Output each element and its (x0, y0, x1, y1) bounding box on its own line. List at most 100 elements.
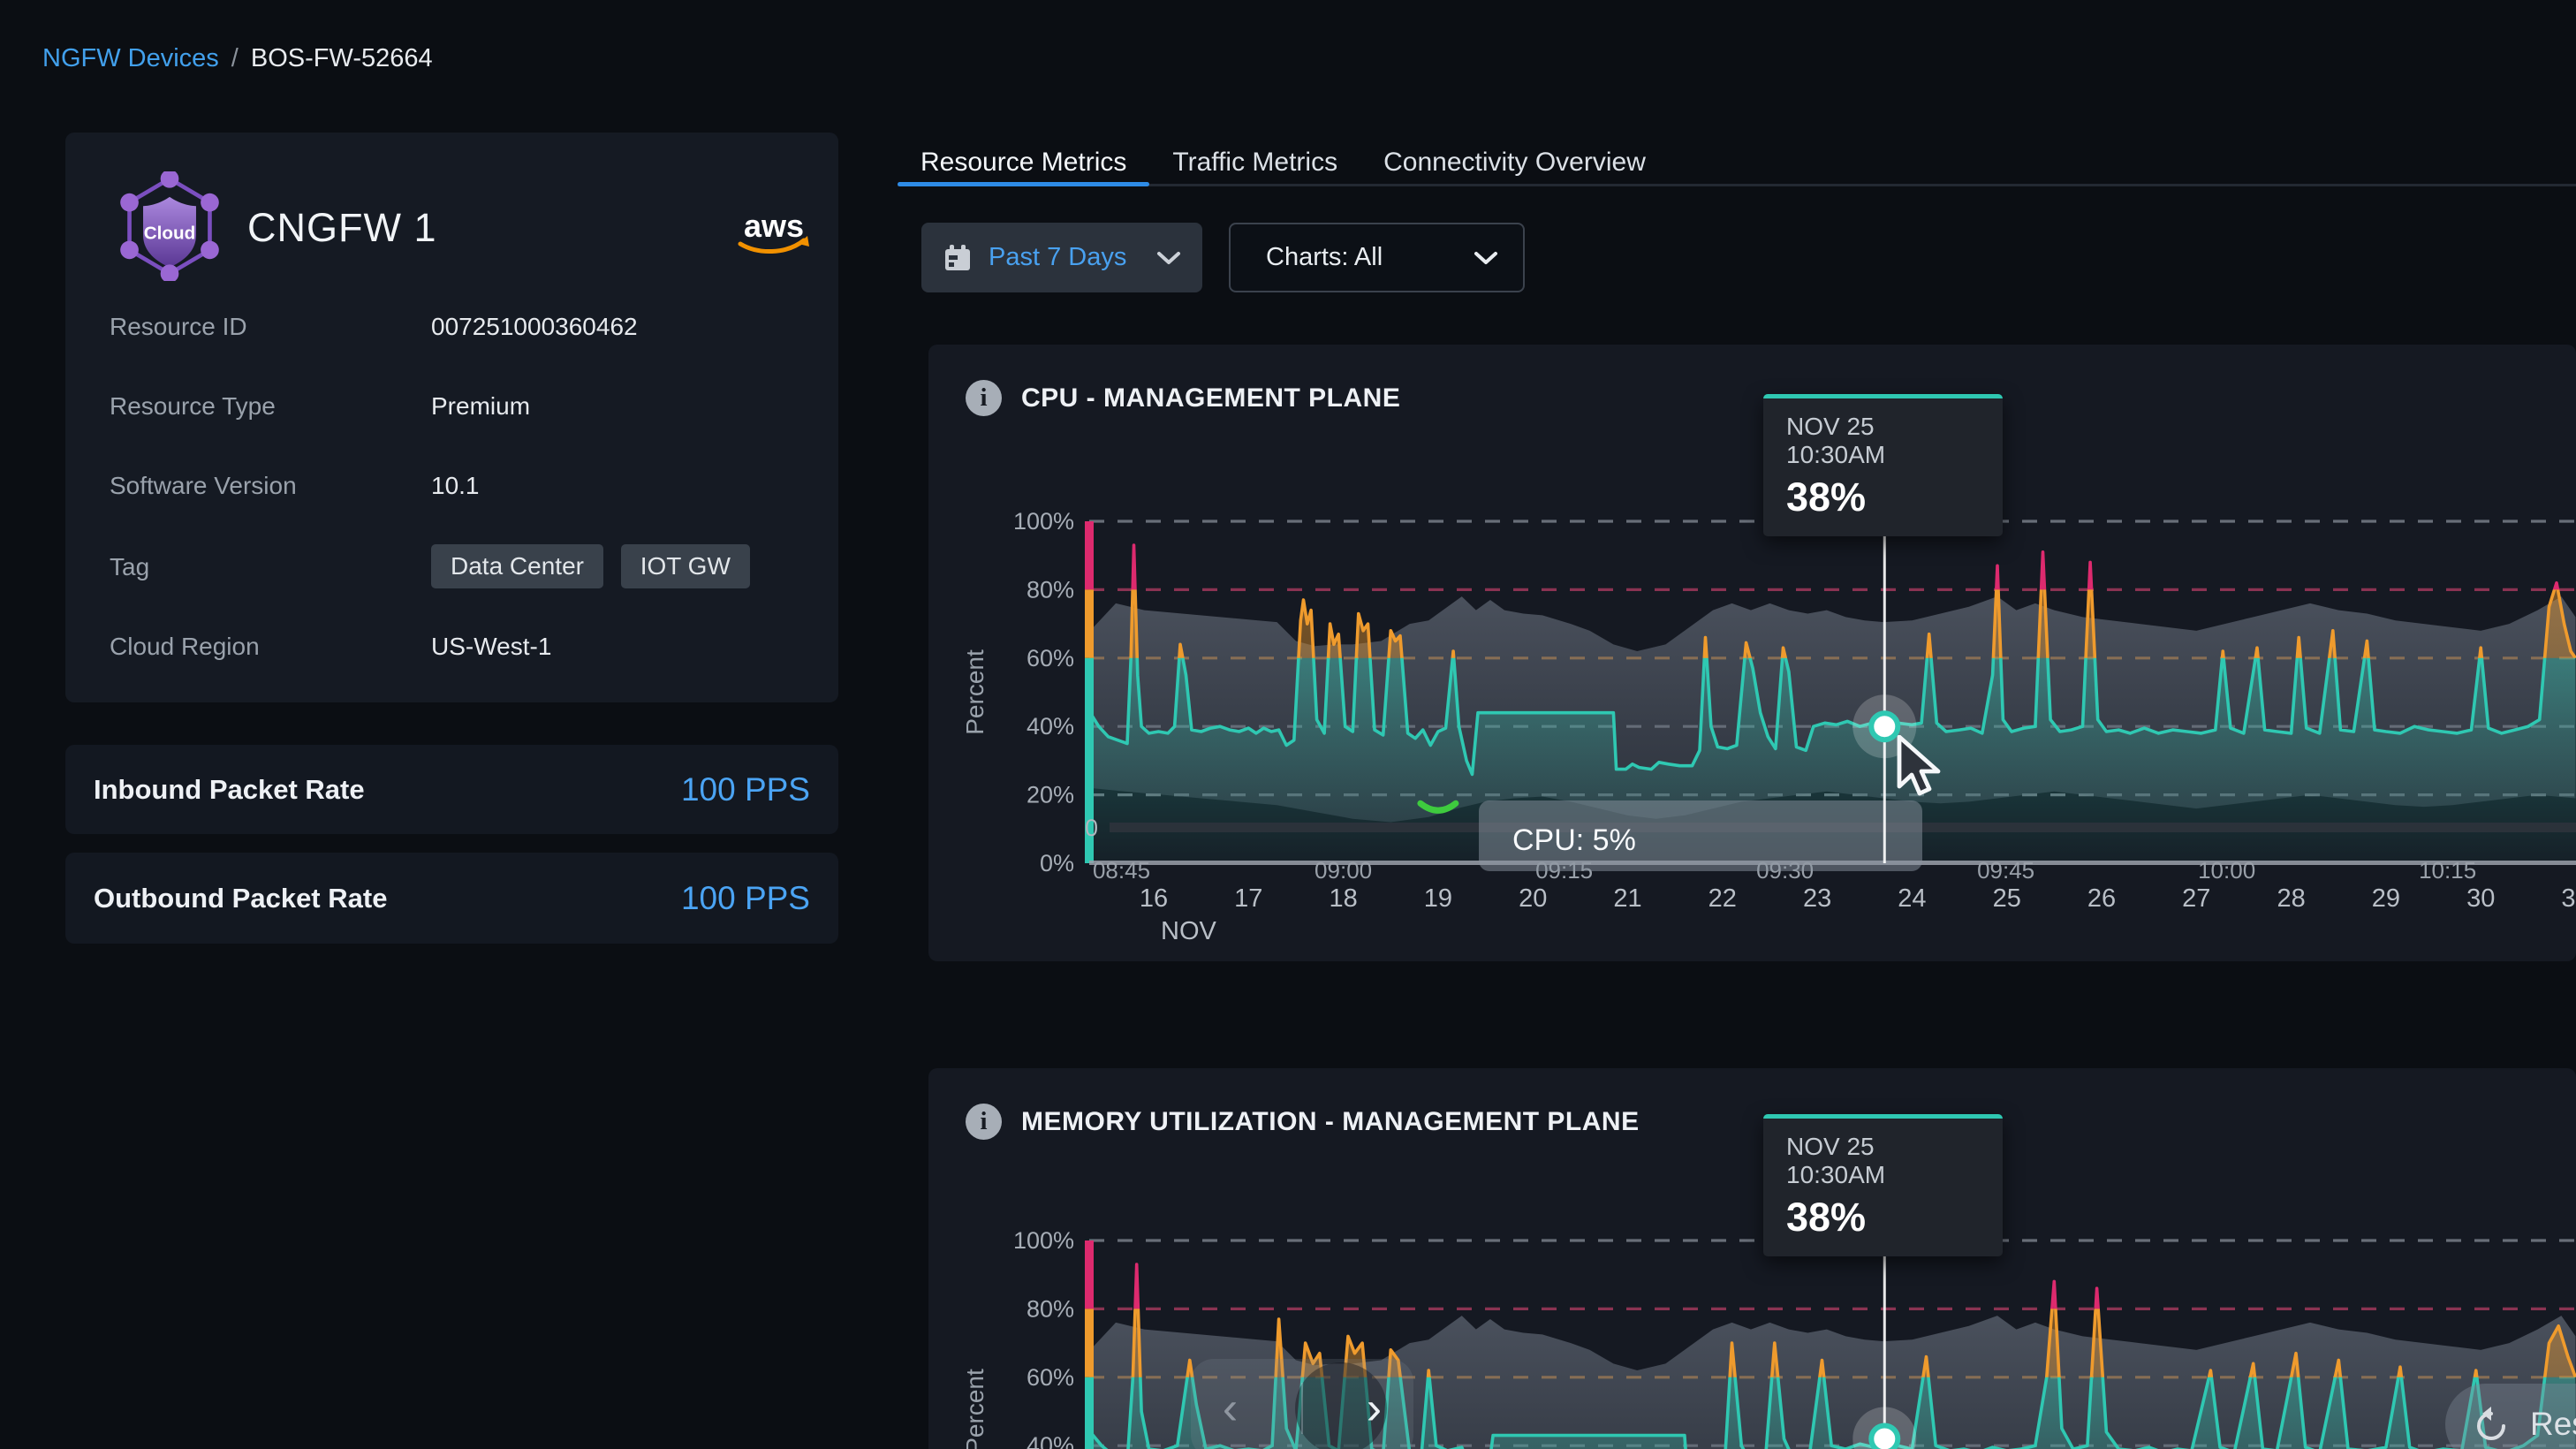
y-axis-title: Percent (961, 1369, 989, 1449)
date-tick: 29 (2372, 884, 2400, 913)
y-tick: 80% (1027, 576, 1074, 603)
tooltip-value: 38% (1786, 1195, 1980, 1240)
restart-button[interactable]: Restart (2445, 1384, 2576, 1449)
tooltip-value: 38% (1786, 474, 1980, 520)
scale-bar-warning (1085, 1309, 1094, 1377)
cpu-chart-plot[interactable]: 008:4509:0009:1509:3009:4510:0010:151617… (928, 345, 2576, 961)
scale-bar-critical (1085, 1240, 1094, 1309)
y-tick: 60% (1027, 1364, 1074, 1391)
date-tick: 24 (1898, 884, 1926, 913)
field-resource-id: Resource ID 007251000360462 (110, 313, 799, 341)
date-tick: 16 (1140, 884, 1168, 913)
date-tick: 20 (1519, 884, 1547, 913)
tag-chip: IOT GW (621, 544, 750, 588)
inbound-packet-rate-card: Inbound Packet Rate 100 PPS (65, 745, 838, 834)
svg-text:Cloud: Cloud (144, 223, 196, 243)
y-tick: 40% (1027, 1432, 1074, 1449)
scale-bar-critical (1085, 521, 1094, 589)
breadcrumb-current: BOS-FW-52664 (251, 44, 433, 73)
inbound-packet-rate-value: 100 PPS (681, 771, 810, 808)
zero-label: 0 (1085, 815, 1098, 841)
tab-traffic-metrics[interactable]: Traffic Metrics (1149, 141, 1360, 184)
charts-filter-dropdown[interactable]: Charts: All (1229, 223, 1525, 292)
y-tick: 0% (1040, 850, 1074, 876)
field-label: Resource Type (110, 392, 431, 421)
cpu-chart-title: CPU - MANAGEMENT PLANE (1021, 383, 1400, 413)
y-tick: 40% (1027, 713, 1074, 740)
field-label: Resource ID (110, 313, 431, 341)
memory-chart-header: i MEMORY UTILIZATION - MANAGEMENT PLANE (966, 1104, 1640, 1140)
breadcrumb: NGFW Devices / BOS-FW-52664 (42, 44, 433, 73)
charts-filter-value: Charts: All (1266, 243, 1474, 272)
field-value: US-West-1 (431, 633, 551, 661)
date-tick: 31 (2561, 884, 2576, 913)
month-label: NOV (1161, 917, 1217, 945)
field-value: Premium (431, 392, 530, 421)
marker-dot (1871, 713, 1898, 740)
tab-bar: Resource Metrics Traffic Metrics Connect… (898, 141, 1669, 184)
date-tick: 23 (1803, 884, 1831, 913)
field-value: 007251000360462 (431, 313, 638, 341)
y-tick: 60% (1027, 645, 1074, 671)
field-software-version: Software Version 10.1 (110, 472, 799, 500)
memory-chart-tooltip: NOV 25 10:30AM 38% (1763, 1114, 2003, 1256)
device-summary-card: Cloud CNGFW 1 aws Resource ID 0072510003… (65, 133, 838, 702)
hover-tooltip-label: CPU: 5% (1512, 823, 1636, 857)
filter-bar: Past 7 Days Charts: All (921, 223, 1525, 292)
y-axis-title: Percent (961, 649, 989, 735)
cpu-chart-tooltip: NOV 25 10:30AM 38% (1763, 394, 2003, 536)
pager-prev-button[interactable]: ‹ (1223, 1385, 1238, 1431)
device-name: CNGFW 1 (247, 205, 437, 251)
y-tick: 100% (1013, 508, 1074, 535)
tab-resource-metrics[interactable]: Resource Metrics (898, 141, 1149, 184)
memory-chart-title: MEMORY UTILIZATION - MANAGEMENT PLANE (1021, 1107, 1640, 1137)
date-tick: 21 (1613, 884, 1641, 913)
tooltip-timestamp: NOV 25 10:30AM (1786, 1133, 1980, 1189)
memory-chart-card: i MEMORY UTILIZATION - MANAGEMENT PLANE … (928, 1068, 2576, 1449)
field-label: Tag (110, 544, 431, 588)
tooltip-timestamp: NOV 25 10:30AM (1786, 413, 1980, 469)
svg-text:aws: aws (744, 208, 804, 244)
date-tick: 26 (2087, 884, 2116, 913)
outbound-packet-rate-value: 100 PPS (681, 880, 810, 917)
cpu-chart-card: i CPU - MANAGEMENT PLANE 008:4509:0009:1… (928, 345, 2576, 961)
info-icon[interactable]: i (966, 1104, 1002, 1140)
date-tick: 28 (2277, 884, 2305, 913)
date-tick: 22 (1708, 884, 1737, 913)
scale-bar-normal (1085, 1377, 1094, 1449)
breadcrumb-parent-link[interactable]: NGFW Devices (42, 44, 219, 73)
calendar-icon (943, 243, 973, 273)
field-label: Cloud Region (110, 633, 431, 661)
date-tick: 19 (1424, 884, 1452, 913)
field-resource-type: Resource Type Premium (110, 392, 799, 421)
cloud-firewall-icon: Cloud (115, 171, 224, 281)
restart-label: Restart (2530, 1406, 2576, 1443)
y-tick: 100% (1013, 1227, 1074, 1254)
info-icon[interactable]: i (966, 380, 1002, 416)
breadcrumb-separator: / (231, 44, 239, 73)
outbound-packet-rate-card: Outbound Packet Rate 100 PPS (65, 853, 838, 944)
chevron-down-icon (1156, 250, 1181, 266)
marker-dot (1871, 1425, 1898, 1449)
restart-icon (2472, 1404, 2512, 1445)
pager-next-button[interactable]: › (1367, 1385, 1382, 1431)
y-tick: 20% (1027, 782, 1074, 808)
field-label: Software Version (110, 472, 431, 500)
mouse-cursor-icon (1896, 735, 1958, 806)
outbound-packet-rate-label: Outbound Packet Rate (94, 883, 387, 914)
tab-connectivity-overview[interactable]: Connectivity Overview (1360, 141, 1669, 184)
chevron-down-icon (1474, 250, 1498, 266)
time-range-dropdown[interactable]: Past 7 Days (921, 223, 1202, 292)
cpu-chart-header: i CPU - MANAGEMENT PLANE (966, 380, 1400, 416)
date-tick: 17 (1234, 884, 1262, 913)
date-tick: 25 (1993, 884, 2021, 913)
date-tick: 18 (1329, 884, 1357, 913)
tag-chip: Data Center (431, 544, 603, 588)
field-tag: Tag Data Center IOT GW (110, 544, 799, 588)
field-value: 10.1 (431, 472, 480, 500)
chart-pager: ‹ › (1191, 1359, 1413, 1449)
date-tick: 27 (2182, 884, 2210, 913)
scale-bar-warning (1085, 589, 1094, 657)
pager-divider (1301, 1383, 1303, 1434)
date-tick: 30 (2466, 884, 2495, 913)
